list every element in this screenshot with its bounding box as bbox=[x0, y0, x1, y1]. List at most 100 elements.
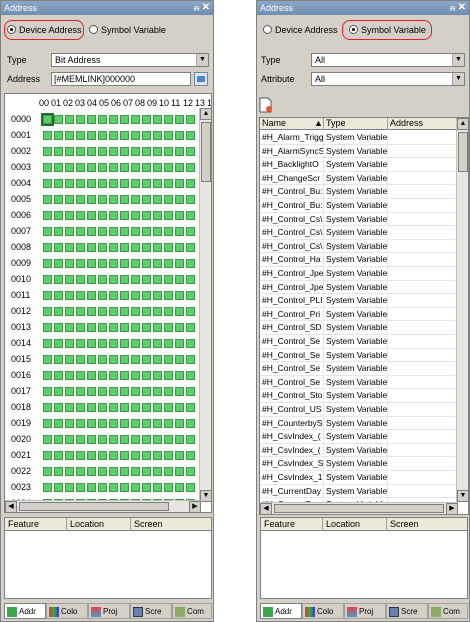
bit-cell[interactable] bbox=[65, 259, 74, 268]
bit-cell[interactable] bbox=[109, 371, 118, 380]
symbol-row[interactable]: #H_CsvIndex_(System Variable bbox=[260, 430, 458, 444]
bit-cell[interactable] bbox=[54, 291, 63, 300]
bit-cell[interactable] bbox=[98, 179, 107, 188]
bit-cell[interactable] bbox=[65, 275, 74, 284]
bit-cell[interactable] bbox=[186, 307, 195, 316]
symbol-row[interactable]: #H_Control_US System Variable bbox=[260, 403, 458, 417]
bit-cell[interactable] bbox=[142, 275, 151, 284]
bit-cell[interactable] bbox=[76, 403, 85, 412]
bit-cell[interactable] bbox=[186, 483, 195, 492]
symbol-row[interactable]: #H_Control_Cs\ System Variable bbox=[260, 239, 458, 254]
bit-cell[interactable] bbox=[175, 259, 184, 268]
symbol-row[interactable]: #H_Control_Pri System Variable bbox=[260, 307, 458, 322]
bit-cell[interactable] bbox=[109, 451, 118, 460]
bit-cell[interactable] bbox=[142, 323, 151, 332]
bit-cell[interactable] bbox=[175, 131, 184, 140]
bit-cell[interactable] bbox=[142, 403, 151, 412]
bit-cell[interactable] bbox=[153, 227, 162, 236]
bit-cell[interactable] bbox=[153, 387, 162, 396]
address-input[interactable]: [#MEMLINK]000000 bbox=[51, 72, 191, 86]
pin-icon[interactable]: ᵰ bbox=[450, 1, 455, 15]
tab-address[interactable]: Addr bbox=[260, 603, 302, 619]
bit-cell[interactable] bbox=[120, 339, 129, 348]
grid-horizontal-scrollbar[interactable]: ◀ ▶ bbox=[5, 500, 201, 512]
bit-cell[interactable] bbox=[65, 371, 74, 380]
bit-cell[interactable] bbox=[43, 451, 52, 460]
symbol-row[interactable]: #H_Control_Bu: System Variable bbox=[260, 199, 458, 213]
bit-cell[interactable] bbox=[142, 115, 151, 124]
bit-cell[interactable] bbox=[76, 323, 85, 332]
bit-cell[interactable] bbox=[65, 243, 74, 252]
bit-cell[interactable] bbox=[131, 115, 140, 124]
bit-cell[interactable] bbox=[131, 147, 140, 156]
bit-cell[interactable] bbox=[65, 163, 74, 172]
bit-cell[interactable] bbox=[142, 355, 151, 364]
symbol-row[interactable]: #H_Alarm_Trigg System Variable bbox=[260, 131, 458, 145]
bit-cell[interactable] bbox=[120, 323, 129, 332]
scroll-right-icon[interactable]: ▶ bbox=[446, 503, 458, 514]
bit-cell[interactable] bbox=[76, 195, 85, 204]
bit-cell[interactable] bbox=[54, 115, 63, 124]
bit-cell[interactable] bbox=[175, 275, 184, 284]
bit-cell[interactable] bbox=[54, 323, 63, 332]
bit-cell[interactable] bbox=[153, 371, 162, 380]
bit-cell[interactable] bbox=[131, 483, 140, 492]
bit-cell[interactable] bbox=[76, 147, 85, 156]
bit-cell[interactable] bbox=[175, 339, 184, 348]
col-type[interactable]: Type bbox=[324, 118, 388, 130]
bit-cell[interactable] bbox=[186, 435, 195, 444]
bit-cell[interactable] bbox=[65, 387, 74, 396]
bit-cell[interactable] bbox=[142, 451, 151, 460]
symbol-row[interactable]: #H_Control_Bu: System Variable bbox=[260, 185, 458, 199]
tab-color[interactable]: Colo bbox=[46, 603, 88, 619]
bit-cell[interactable] bbox=[98, 419, 107, 428]
scroll-left-icon[interactable]: ◀ bbox=[5, 501, 17, 512]
bit-cell[interactable] bbox=[109, 339, 118, 348]
bit-cell[interactable] bbox=[54, 147, 63, 156]
bit-cell[interactable] bbox=[164, 307, 173, 316]
bit-cell[interactable] bbox=[65, 339, 74, 348]
bit-cell[interactable] bbox=[87, 435, 96, 444]
scroll-up-icon[interactable]: ▲ bbox=[200, 108, 211, 120]
bit-cell[interactable] bbox=[142, 163, 151, 172]
tab-project[interactable]: Proj bbox=[88, 603, 130, 619]
symbol-row[interactable]: #H_AlarmSyncS System Variable bbox=[260, 144, 458, 159]
radio-symbol-variable[interactable]: Symbol Variable bbox=[89, 22, 166, 38]
bit-cell[interactable] bbox=[98, 211, 107, 220]
radio-device-address[interactable]: Device Address bbox=[263, 22, 338, 38]
bit-cell[interactable] bbox=[87, 307, 96, 316]
bit-cell[interactable] bbox=[186, 243, 195, 252]
bit-cell[interactable] bbox=[98, 275, 107, 284]
bit-cell[interactable] bbox=[87, 147, 96, 156]
bit-cell[interactable] bbox=[109, 483, 118, 492]
bit-cell[interactable] bbox=[131, 179, 140, 188]
bit-cell[interactable] bbox=[109, 195, 118, 204]
bit-cell[interactable] bbox=[131, 323, 140, 332]
bit-cell[interactable] bbox=[76, 291, 85, 300]
col-location[interactable]: Location bbox=[67, 518, 131, 531]
bit-cell[interactable] bbox=[175, 115, 184, 124]
bit-cell[interactable] bbox=[98, 291, 107, 300]
bit-cell[interactable] bbox=[175, 243, 184, 252]
symbol-row[interactable]: #H_Control_Jpe System Variable bbox=[260, 280, 458, 295]
bit-cell[interactable] bbox=[54, 371, 63, 380]
bit-cell[interactable] bbox=[142, 291, 151, 300]
symbol-row[interactable]: #H_Control_Sto System Variable bbox=[260, 389, 458, 403]
bit-cell[interactable] bbox=[164, 163, 173, 172]
bit-cell[interactable] bbox=[153, 435, 162, 444]
bit-cell[interactable] bbox=[87, 275, 96, 284]
tab-common[interactable]: Com bbox=[428, 603, 468, 619]
bit-cell[interactable] bbox=[175, 147, 184, 156]
bit-cell[interactable] bbox=[142, 483, 151, 492]
bit-cell[interactable] bbox=[153, 131, 162, 140]
bit-cell[interactable] bbox=[54, 387, 63, 396]
bit-cell[interactable] bbox=[65, 483, 74, 492]
bit-cell[interactable] bbox=[186, 339, 195, 348]
bit-cell[interactable] bbox=[87, 467, 96, 476]
bit-cell[interactable] bbox=[120, 387, 129, 396]
bit-cell[interactable] bbox=[120, 243, 129, 252]
symbol-row[interactable]: #H_CurrentDay System Variable bbox=[260, 484, 458, 499]
bit-cell[interactable] bbox=[175, 163, 184, 172]
radio-symbol-variable[interactable]: Symbol Variable bbox=[349, 22, 426, 38]
bit-cell[interactable] bbox=[153, 163, 162, 172]
